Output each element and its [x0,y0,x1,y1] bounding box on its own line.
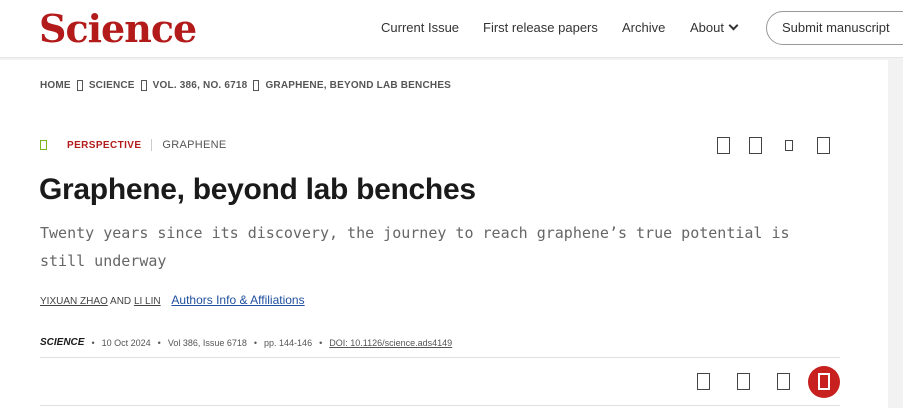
breadcrumb: HOME SCIENCE VOL. 386, NO. 6718 GRAPHENE… [40,80,451,91]
separator: • [91,337,95,348]
separator: • [157,337,161,348]
breadcrumb-separator-icon [253,80,260,91]
permissions-icon[interactable] [737,373,750,390]
separator: • [319,337,323,348]
breadcrumb-science[interactable]: SCIENCE [89,80,135,91]
cite-icon[interactable] [817,137,830,154]
publication-info: SCIENCE • 10 Oct 2024 • Vol 386, Issue 6… [40,337,452,348]
nav-about[interactable]: About [690,20,739,35]
breadcrumb-home[interactable]: HOME [40,80,71,91]
divider [151,139,153,151]
nav-about-label: About [690,20,724,35]
article-meta-row: PERSPECTIVE GRAPHENE [40,139,227,151]
share-icon[interactable] [749,137,762,154]
divider [40,357,840,358]
page-range: pp. 144-146 [264,337,313,348]
volume-issue[interactable]: Vol 386, Issue 6718 [168,338,247,348]
author-link[interactable]: YIXUAN ZHAO [40,296,108,307]
pdf-icon [818,373,830,390]
divider [40,405,840,406]
site-header: Science Current Issue First release pape… [0,0,903,58]
chevron-down-icon [728,20,739,31]
author-link[interactable]: LI LIN [134,296,161,307]
breadcrumb-article: GRAPHENE, BEYOND LAB BENCHES [265,80,452,91]
journal-name[interactable]: SCIENCE [40,337,84,348]
breadcrumb-separator-icon [140,80,147,91]
nav-archive[interactable]: Archive [622,20,665,35]
science-logo[interactable]: Science [39,6,197,51]
doi-link[interactable]: DOI: 10.1126/science.ads4149 [329,338,452,348]
article-subtitle: Twenty years since its discovery, the jo… [40,224,790,270]
breadcrumb-separator-icon [76,80,83,91]
submit-manuscript-button[interactable]: Submit manuscript [766,11,903,45]
breadcrumb-volume[interactable]: VOL. 386, NO. 6718 [153,80,248,91]
article-type: PERSPECTIVE [67,139,142,151]
nav-current-issue[interactable]: Current Issue [381,20,459,35]
open-access-icon [40,140,47,150]
print-icon[interactable] [777,373,790,390]
authors-info-link[interactable]: Authors Info & Affiliations [171,293,304,307]
separator: • [253,337,258,348]
author-list: YIXUAN ZHAO AND LI LIN Authors Info & Af… [40,293,305,307]
metrics-icon[interactable] [697,373,710,390]
article-title: Graphene, beyond lab benches [39,173,476,206]
alert-icon[interactable] [785,140,793,151]
page-scrollbar[interactable] [888,60,903,408]
pdf-button[interactable] [808,366,840,398]
publish-date: 10 Oct 2024 [101,337,151,348]
nav-first-release[interactable]: First release papers [483,20,598,35]
article-topic[interactable]: GRAPHENE [162,139,226,151]
bookmark-icon[interactable] [717,137,730,154]
author-conjunction: AND [110,296,132,307]
